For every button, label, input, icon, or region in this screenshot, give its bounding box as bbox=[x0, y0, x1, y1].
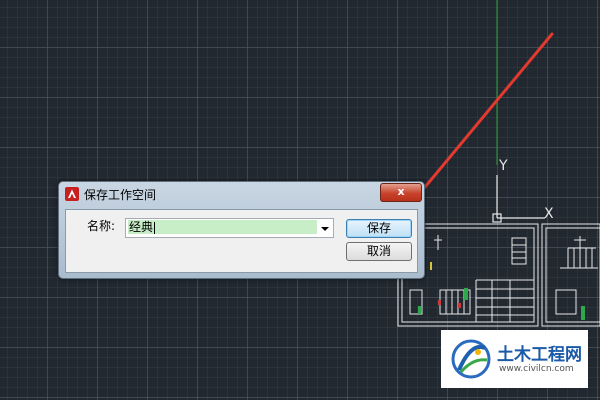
save-button[interactable]: 保存 bbox=[346, 219, 412, 238]
ucs-y-label: Y bbox=[498, 158, 508, 174]
ucs-x-label: X bbox=[544, 206, 554, 222]
dialog-titlebar[interactable]: 保存工作空间 x bbox=[59, 182, 424, 206]
sheet-1-colored-marks bbox=[418, 262, 468, 314]
workspace-name-input[interactable]: 经典 bbox=[128, 220, 317, 234]
watermark-title: 土木工程网 bbox=[497, 345, 582, 365]
name-label: 名称: bbox=[87, 219, 116, 233]
dialog-title: 保存工作空间 bbox=[84, 188, 157, 202]
ucs-icon bbox=[492, 175, 545, 223]
text-caret bbox=[154, 221, 156, 234]
close-icon: x bbox=[397, 185, 405, 198]
workspace-name-value: 经典 bbox=[129, 220, 154, 234]
close-button[interactable]: x bbox=[380, 183, 422, 202]
workspace-name-combobox[interactable]: 经典 bbox=[125, 218, 334, 238]
save-workspace-dialog: 保存工作空间 x 名称: 经典 保存 取消 bbox=[58, 181, 425, 279]
site-watermark: 土木工程网 www.civilcn.com bbox=[441, 330, 588, 388]
civilcn-logo-icon bbox=[451, 339, 491, 379]
chevron-down-icon[interactable] bbox=[318, 220, 332, 236]
watermark-url: www.civilcn.com bbox=[499, 364, 574, 374]
autocad-logo-icon bbox=[65, 187, 79, 201]
drawing-sheet-2 bbox=[541, 223, 600, 327]
dialog-body: 名称: 经典 保存 取消 bbox=[65, 209, 418, 273]
cancel-button[interactable]: 取消 bbox=[346, 242, 412, 261]
sheet-2-colored-marks bbox=[581, 306, 585, 320]
